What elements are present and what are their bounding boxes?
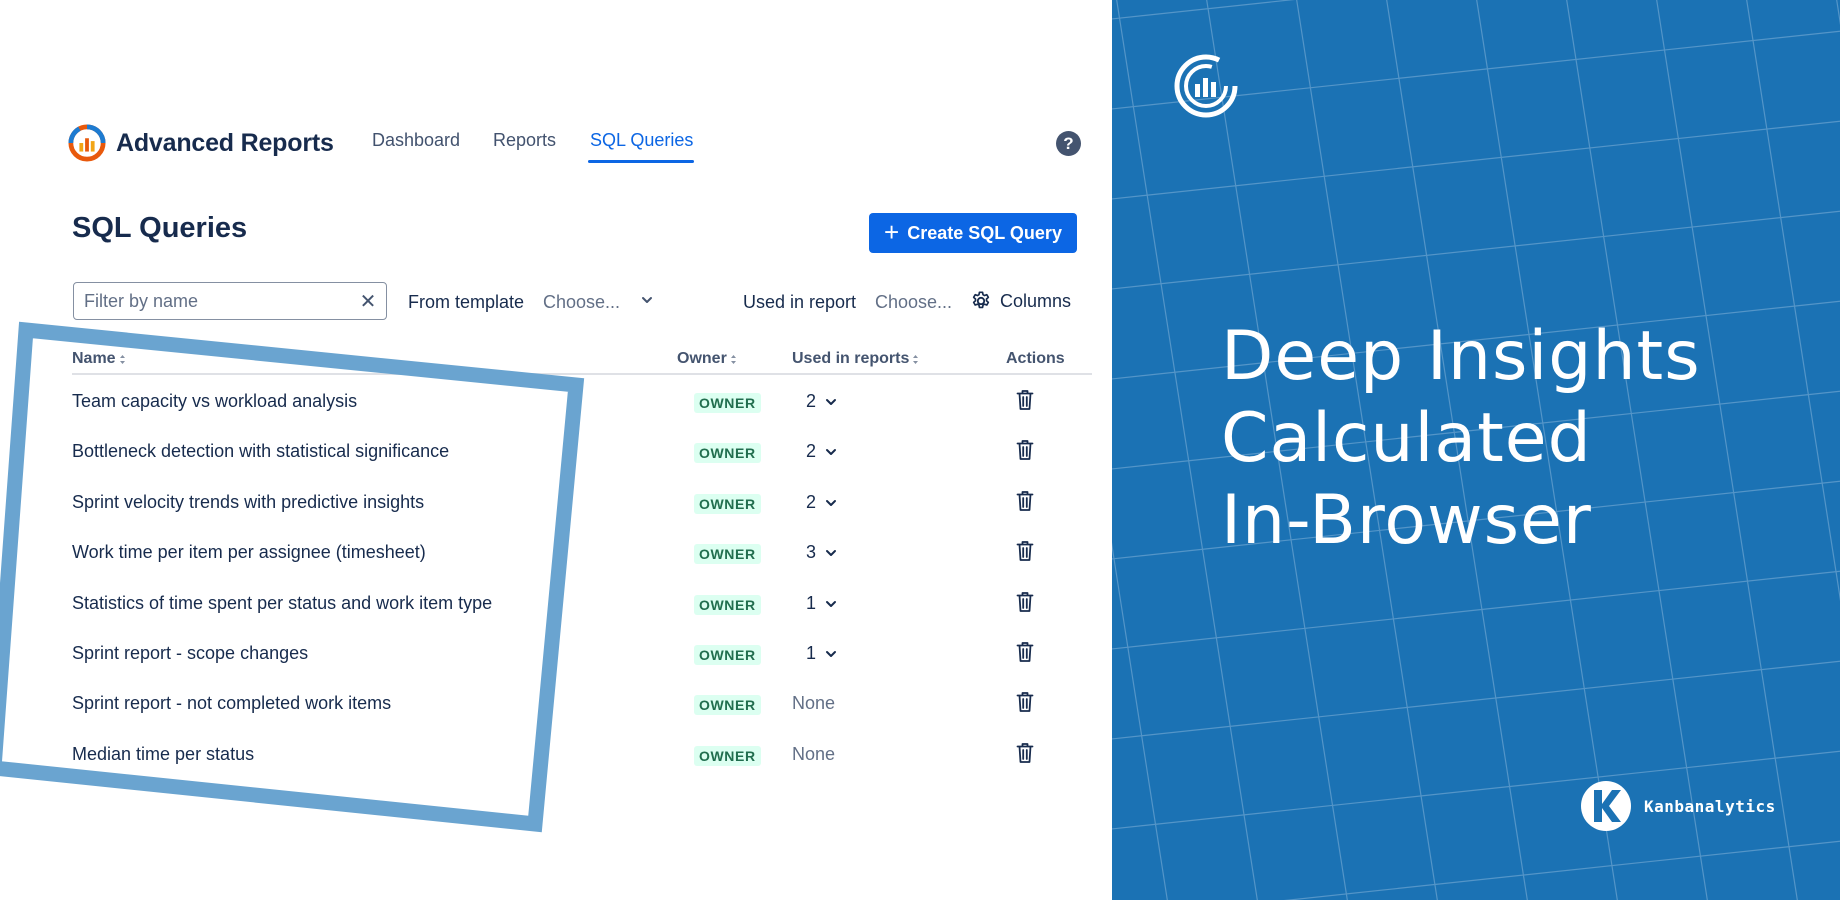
used-count: 3: [806, 542, 817, 562]
page-title: SQL Queries: [72, 212, 248, 244]
table-row[interactable]: Statistics of time spent per status and …: [0, 591, 1100, 643]
used-in-reports-dropdown[interactable]: 1: [806, 643, 838, 664]
chevron-down-icon: [826, 600, 837, 607]
table-row[interactable]: Median time per status OWNER None: [0, 742, 1100, 794]
kanbanalytics-logo-icon: [1581, 781, 1631, 831]
nav-reports[interactable]: Reports: [493, 130, 556, 151]
column-header-owner[interactable]: Owner: [677, 350, 737, 368]
query-name[interactable]: Sprint velocity trends with predictive i…: [72, 492, 424, 513]
chevron-down-icon: [826, 499, 837, 506]
create-sql-query-button[interactable]: + Create SQL Query: [869, 213, 1077, 253]
clear-filter-icon[interactable]: ✕: [358, 289, 378, 314]
brand[interactable]: Advanced Reports: [68, 124, 334, 162]
owner-badge: OWNER: [694, 494, 761, 514]
header-actions-label: Actions: [1006, 350, 1065, 367]
from-template-select[interactable]: Choose...: [543, 292, 620, 313]
columns-button[interactable]: Columns: [970, 290, 1071, 312]
table-row[interactable]: Sprint velocity trends with predictive i…: [0, 490, 1100, 542]
used-in-reports-dropdown[interactable]: 3: [806, 542, 838, 563]
query-name[interactable]: Statistics of time spent per status and …: [72, 593, 492, 614]
query-name[interactable]: Bottleneck detection with statistical si…: [72, 441, 449, 462]
chevron-down-icon: [826, 448, 837, 455]
trash-icon[interactable]: [1016, 389, 1034, 411]
promo-panel: Deep Insights Calculated In-Browser Kanb…: [1112, 0, 1840, 900]
trash-icon[interactable]: [1016, 540, 1034, 562]
owner-badge: OWNER: [694, 695, 761, 715]
used-count: 1: [806, 593, 817, 613]
used-in-reports-dropdown[interactable]: 2: [806, 441, 838, 462]
headline-line: Calculated: [1221, 399, 1592, 478]
app-area: Advanced Reports Dashboard Reports SQL Q…: [0, 0, 1112, 900]
trash-icon[interactable]: [1016, 439, 1034, 461]
query-name[interactable]: Median time per status: [72, 744, 254, 765]
used-count: 2: [806, 492, 817, 512]
used-in-reports-none: None: [792, 693, 836, 713]
kanbanalytics-brand: Kanbanalytics: [1580, 780, 1776, 832]
column-header-actions: Actions: [1006, 350, 1065, 368]
help-icon[interactable]: ?: [1056, 131, 1081, 156]
used-in-report-select[interactable]: Choose...: [875, 292, 952, 313]
chevron-down-icon: [826, 650, 837, 657]
query-name[interactable]: Team capacity vs workload analysis: [72, 391, 357, 412]
advanced-reports-logo-icon: [68, 124, 106, 162]
trash-icon[interactable]: [1016, 591, 1034, 613]
table-row[interactable]: Sprint report - scope changes OWNER 1: [0, 641, 1100, 693]
table-row[interactable]: Team capacity vs workload analysis OWNER…: [0, 389, 1100, 441]
app-title: Advanced Reports: [116, 128, 334, 157]
query-name[interactable]: Sprint report - scope changes: [72, 643, 308, 664]
sort-icon: [730, 354, 736, 364]
filter-by-name-input[interactable]: [82, 289, 358, 313]
used-in-reports-dropdown[interactable]: 2: [806, 492, 838, 513]
trash-icon[interactable]: [1016, 641, 1034, 663]
chevron-down-icon[interactable]: [640, 293, 654, 307]
create-button-label: Create SQL Query: [907, 222, 1062, 243]
owner-badge: OWNER: [694, 746, 761, 766]
used-in-reports-none: None: [792, 744, 836, 764]
used-in-reports-dropdown[interactable]: 1: [806, 593, 838, 614]
owner-badge: OWNER: [694, 443, 761, 463]
header-divider: [72, 373, 1092, 375]
owner-badge: OWNER: [694, 645, 761, 665]
promo-headline: Deep Insights Calculated In-Browser: [1221, 316, 1701, 562]
headline-line: In-Browser: [1221, 481, 1592, 560]
column-header-name[interactable]: Name: [72, 350, 126, 368]
table-row[interactable]: Sprint report - not completed work items…: [0, 691, 1100, 743]
nav-dashboard[interactable]: Dashboard: [372, 130, 460, 151]
table-row[interactable]: Work time per item per assignee (timeshe…: [0, 540, 1100, 592]
used-count: 2: [806, 391, 817, 411]
nav-sql-queries[interactable]: SQL Queries: [590, 130, 693, 151]
owner-badge: OWNER: [694, 393, 761, 413]
kanbanalytics-name: Kanbanalytics: [1644, 796, 1776, 816]
from-template-label: From template: [408, 292, 525, 312]
used-count: 1: [806, 643, 817, 663]
headline-line: Deep Insights: [1221, 317, 1701, 396]
sort-icon: [119, 354, 125, 364]
chevron-down-icon: [826, 398, 837, 405]
trash-icon[interactable]: [1016, 490, 1034, 512]
query-name[interactable]: Sprint report - not completed work items: [72, 693, 391, 714]
header-name-label: Name: [72, 350, 116, 367]
trash-icon[interactable]: [1016, 742, 1034, 764]
owner-badge: OWNER: [694, 595, 761, 615]
used-count: 2: [806, 441, 817, 461]
used-in-report-label: Used in report: [743, 292, 857, 312]
active-tab-indicator: [588, 160, 694, 163]
advanced-reports-logo-icon: [1174, 54, 1238, 118]
query-name[interactable]: Work time per item per assignee (timeshe…: [72, 542, 426, 563]
plus-icon: +: [884, 216, 900, 247]
columns-label: Columns: [1000, 290, 1072, 311]
header-used-label: Used in reports: [792, 350, 910, 367]
trash-icon[interactable]: [1016, 691, 1034, 713]
table-row[interactable]: Bottleneck detection with statistical si…: [0, 439, 1100, 491]
owner-badge: OWNER: [694, 544, 761, 564]
gear-icon: [972, 291, 990, 309]
filter-by-name-field[interactable]: ✕: [73, 282, 387, 320]
column-header-used[interactable]: Used in reports: [792, 350, 919, 368]
sort-icon: [913, 354, 919, 364]
used-in-reports-dropdown[interactable]: 2: [806, 391, 838, 412]
header-owner-label: Owner: [677, 350, 727, 367]
chevron-down-icon: [826, 549, 837, 556]
